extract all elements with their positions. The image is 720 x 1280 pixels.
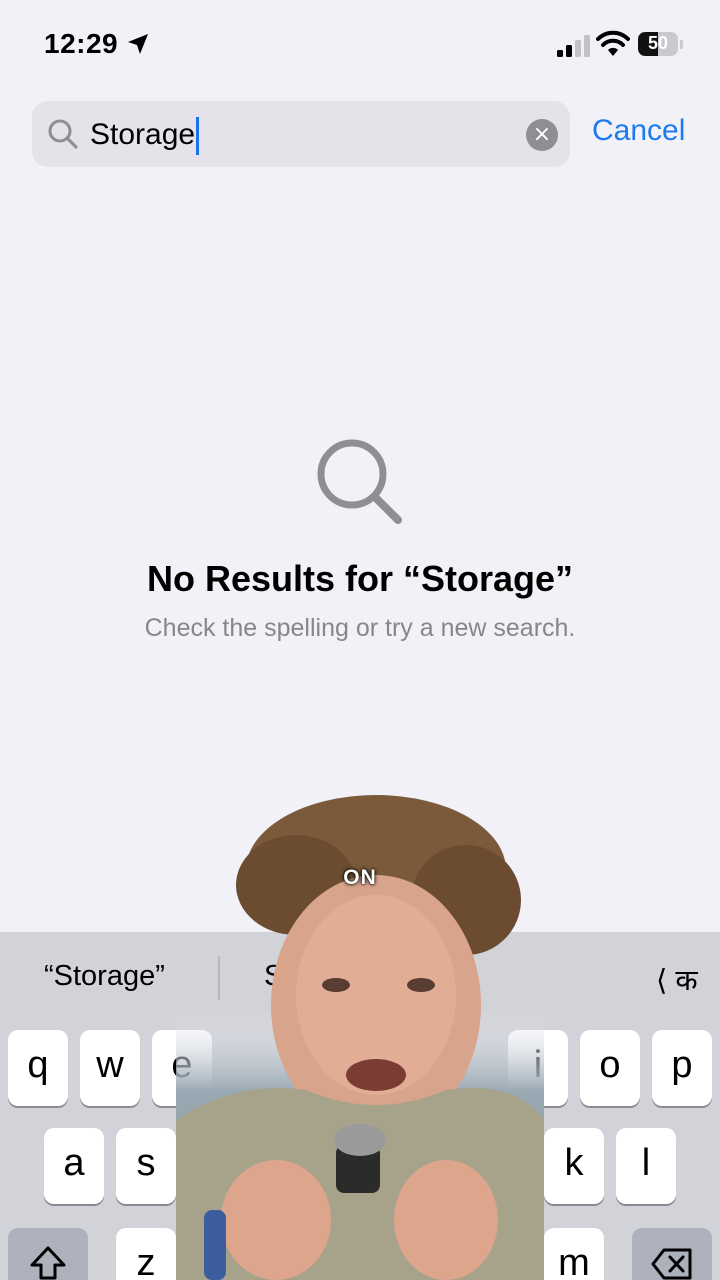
key-k[interactable]: k: [544, 1128, 604, 1204]
key-m[interactable]: m: [544, 1228, 604, 1280]
battery-percent: 50: [647, 33, 669, 53]
key-p[interactable]: p: [652, 1030, 712, 1106]
text-caret: [196, 117, 200, 156]
key-l[interactable]: l: [616, 1128, 676, 1204]
location-arrow-icon: [128, 34, 148, 54]
key-z[interactable]: z: [116, 1228, 176, 1280]
suggestion-item[interactable]: “Storage”: [44, 960, 165, 993]
key-q[interactable]: q: [8, 1030, 68, 1106]
empty-search-icon: [317, 439, 402, 524]
settings-search-screen: 12:29 50 Storage × Cancel No Results for…: [0, 0, 720, 1280]
no-results-subtitle: Check the spelling or try a new search.: [144, 614, 576, 642]
presenter-video-overlay: [176, 795, 544, 1280]
key-s[interactable]: s: [116, 1128, 176, 1204]
status-time: 12:29: [44, 28, 119, 59]
shift-key[interactable]: [8, 1228, 88, 1280]
shift-icon: [30, 1246, 66, 1280]
suggestion-language-switch[interactable]: ⟨ क: [656, 960, 698, 999]
clear-search-icon[interactable]: ×: [526, 119, 558, 151]
wifi-icon: [596, 30, 630, 56]
search-icon: [48, 119, 78, 149]
key-o[interactable]: o: [580, 1030, 640, 1106]
search-input[interactable]: Storage: [90, 115, 200, 156]
cellular-signal-icon: [557, 35, 590, 57]
cancel-button[interactable]: Cancel: [592, 114, 685, 148]
search-input-value: Storage: [90, 118, 196, 151]
backspace-icon: [651, 1248, 692, 1280]
no-results-title: No Results for “Storage”: [146, 558, 574, 599]
key-a[interactable]: a: [44, 1128, 104, 1204]
key-w[interactable]: w: [80, 1030, 140, 1106]
search-field[interactable]: Storage ×: [32, 101, 570, 167]
battery-icon: 50: [638, 32, 684, 58]
status-bar: 12:29 50: [0, 0, 720, 90]
delete-key[interactable]: [632, 1228, 712, 1280]
video-caption: ON: [343, 866, 377, 889]
